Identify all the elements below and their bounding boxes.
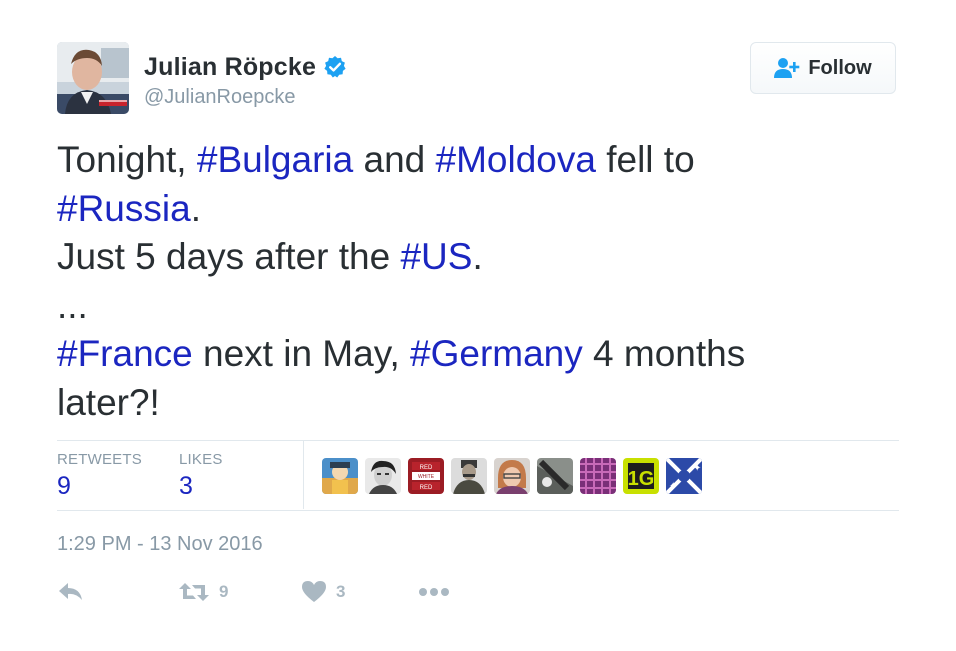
author-handle[interactable]: @JulianRoepcke (144, 86, 296, 109)
liker-avatar[interactable] (322, 458, 358, 494)
tweet-card: Julian Röpcke @JulianRoepcke Follow Toni… (0, 0, 956, 651)
tweet-timestamp[interactable]: 1:29 PM - 13 Nov 2016 (57, 533, 263, 556)
svg-text:✦: ✦ (693, 463, 701, 474)
tweet-text-segment: Tonight, (57, 139, 197, 180)
like-action-count: 3 (336, 582, 346, 601)
tweet-text-segment: later?! (57, 381, 160, 423)
more-button[interactable] (418, 578, 450, 606)
retweet-icon (178, 580, 210, 604)
tweet-text-line: #France next in May, #Germany 4 months (57, 330, 907, 379)
liker-avatar[interactable] (365, 458, 401, 494)
tweet-text: Tonight, #Bulgaria and #Moldova fell to #… (57, 136, 907, 427)
more-icon (418, 586, 450, 598)
follow-user-icon (774, 57, 800, 79)
stats-bottom-divider (57, 510, 899, 511)
hashtag-link[interactable]: #France (57, 333, 193, 374)
author-avatar[interactable] (57, 42, 129, 114)
verified-badge-icon (323, 55, 347, 79)
retweets-count[interactable]: 9 (57, 472, 71, 501)
liker-avatar[interactable]: 1G (623, 458, 659, 494)
hashtag-link[interactable]: #Russia (57, 188, 191, 229)
follow-button-label: Follow (808, 56, 872, 79)
likes-label[interactable]: LIKES (179, 451, 223, 468)
stats-vertical-divider (303, 441, 304, 509)
svg-text:WHITE: WHITE (418, 474, 435, 480)
tweet-text-segment: next in May, (192, 333, 411, 374)
tweet-text-line: Tonight, #Bulgaria and #Moldova fell to (57, 136, 907, 185)
author-name-row[interactable]: Julian Röpcke (144, 50, 347, 84)
liker-avatar[interactable] (580, 458, 616, 494)
tweet-text-segment: and (353, 139, 436, 180)
hashtag-link[interactable]: #Bulgaria (197, 139, 353, 180)
tweet-text-segment: fell to (595, 139, 695, 180)
hashtag-link[interactable]: #US (400, 236, 472, 277)
reply-button[interactable] (57, 578, 85, 606)
tweet-text-line: later?! (57, 379, 907, 428)
likes-count[interactable]: 3 (179, 472, 193, 501)
tweet-text-segment: ... (57, 284, 88, 326)
svg-text:1G: 1G (628, 468, 655, 490)
svg-text:✦: ✦ (669, 481, 677, 492)
liker-avatar[interactable] (451, 458, 487, 494)
author-display-name[interactable]: Julian Röpcke (144, 53, 316, 82)
tweet-text-segment: . (472, 236, 483, 277)
liker-avatar[interactable] (537, 458, 573, 494)
hashtag-link[interactable]: #Moldova (436, 139, 596, 180)
stats-top-divider (57, 440, 899, 441)
reply-icon (57, 580, 85, 604)
tweet-text-segment: . (190, 187, 201, 229)
likers-avatar-list: RED WHITE RED 1G ✦ ✦ (322, 458, 709, 494)
tweet-text-line: Just 5 days after the #US. (57, 233, 907, 282)
retweet-action-count: 9 (219, 582, 229, 601)
follow-button[interactable]: Follow (750, 42, 896, 94)
retweet-button[interactable]: 9 (178, 578, 228, 606)
liker-avatar[interactable]: RED WHITE RED (408, 458, 444, 494)
tweet-text-segment: 4 months (582, 333, 746, 374)
svg-text:RED: RED (420, 465, 433, 471)
liker-avatar[interactable]: ✦ ✦ (666, 458, 702, 494)
svg-text:RED: RED (420, 485, 433, 491)
heart-icon (301, 580, 327, 604)
hashtag-link[interactable]: #Germany (410, 333, 583, 374)
tweet-text-line: ... (57, 282, 907, 331)
tweet-text-line: #Russia. (57, 185, 907, 234)
retweets-label[interactable]: RETWEETS (57, 451, 142, 468)
tweet-text-segment: Just 5 days after the (57, 236, 401, 277)
like-button[interactable]: 3 (301, 578, 345, 606)
liker-avatar[interactable] (494, 458, 530, 494)
